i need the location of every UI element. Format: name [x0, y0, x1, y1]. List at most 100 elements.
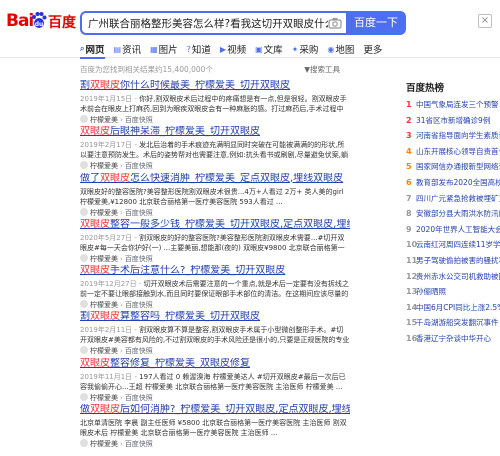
result-title-link[interactable]: 双眼皮后眼神呆滞_柠檬爱美_切开双眼皮	[80, 126, 350, 138]
result-source[interactable]: 柠檬爱美	[90, 440, 118, 448]
hot-list-item[interactable]: 8 安徽部分县大雨洪水防汛应对	[406, 206, 500, 222]
result-title-link[interactable]: 割双眼皮算整容吗_柠檬爱美_切开双眼皮	[80, 311, 350, 323]
result-title-link[interactable]: 双眼皮整容一般多少钱_柠檬爱美_切开双眼皮,定点双眼皮,埋线双眼皮	[80, 219, 350, 231]
cache-link[interactable]: 百度快照	[125, 394, 153, 402]
result-title-link[interactable]: 做双眼皮后如何消肿?_柠檬爱美_切开双眼皮,定点双眼皮,埋线双眼皮	[80, 404, 350, 416]
image-icon: ▦	[150, 44, 158, 54]
title-highlight: 双眼皮	[100, 172, 130, 184]
title-text: 割	[80, 311, 90, 323]
hot-list-item[interactable]: 5 国家网信办通报新型网络诈骗	[406, 159, 500, 175]
hot-list-item[interactable]: 14 中国6月CPI同比上涨2.5%	[406, 300, 500, 316]
snippet-text: 北京单清医院 李晨 副主任医师 ¥5800 北京联合丽格第一医疗美容医院 主治医…	[80, 419, 347, 438]
hot-rank: 16	[406, 333, 418, 343]
hot-list-item[interactable]: 11男子驾驶偷拍被害的骚扰事件	[406, 253, 500, 269]
search-button[interactable]: 百度一下	[346, 11, 406, 35]
hot-list-item[interactable]: 2 31省区市新增确诊9例	[406, 113, 500, 129]
tab-images[interactable]: ▦ 图片	[150, 40, 178, 58]
hot-list-item[interactable]: 6 教育部发布2020全国高校名单	[406, 175, 500, 191]
search-result: 双眼皮后眼神呆滞_柠檬爱美_切开双眼皮 2019年2月17日 - 发北后治着的手术…	[80, 126, 350, 172]
search-input[interactable]: 广州联合丽格整形美容怎么样?看我这切开双眼皮什么水平_整容通讯	[80, 11, 346, 35]
baidu-logo[interactable]: Bai du 百度	[6, 10, 76, 32]
question-icon: ?	[186, 44, 191, 54]
result-source[interactable]: 柠檬爱美	[90, 162, 118, 170]
cache-link[interactable]: 百度快照	[125, 347, 153, 355]
tab-zhidao[interactable]: ? 知道	[187, 40, 211, 58]
title-highlight: 双眼皮	[80, 357, 110, 369]
hot-item-text: 千岛湖游船突发翻沉事件	[416, 318, 499, 328]
hot-item-text: 安徽部分县大雨洪水防汛应对	[416, 209, 500, 219]
result-date: 2019年1月15日 -	[80, 95, 140, 103]
result-snippet: 北京单清医院 李晨 副主任医师 ¥5800 北京联合丽格第一医疗美容医院 主治医…	[80, 418, 350, 438]
search-tools-button[interactable]: ▼搜索工具	[304, 64, 340, 75]
hot-list-item[interactable]: 12贵州赤水公交司机救助被困者	[406, 269, 500, 285]
result-source[interactable]: 柠檬爱美	[90, 255, 118, 263]
tab-web[interactable]: ⌕ 网页	[80, 40, 105, 59]
result-snippet: 2019年12月27日 - 切开双眼皮术后需要注意的一个重点,就是术后一定要有没…	[80, 279, 350, 299]
cache-link[interactable]: 百度快照	[125, 255, 153, 263]
title-highlight: 双眼皮	[80, 126, 110, 138]
hot-list-item[interactable]: 4 山东开展核心领导自责首长人员	[406, 144, 500, 160]
cache-link[interactable]: 百度快照	[125, 440, 153, 448]
tab-label: 图片	[158, 45, 178, 56]
result-snippet: 2019年2月11日 - 割双眼皮算不算是整容,割双眼皮手术属于小型微创整形手术…	[80, 325, 350, 345]
result-title-link[interactable]: 双眼皮整容修复_柠檬爱美_双眼皮修复	[80, 358, 350, 370]
search-result: 割双眼皮算整容吗_柠檬爱美_切开双眼皮 2019年2月11日 - 割双眼皮算不算是…	[80, 311, 350, 357]
shopping-icon: ✦	[291, 44, 299, 54]
chevron-right-icon: ›	[120, 162, 123, 171]
tab-video[interactable]: ▶ 视频	[220, 40, 246, 58]
hot-list-item[interactable]: 15 千岛湖游船突发翻沉事件	[406, 315, 500, 331]
logo-text-bai: Bai	[6, 11, 34, 31]
hot-rank: 3	[406, 131, 412, 141]
hot-rank: 8	[406, 209, 412, 219]
cache-link[interactable]: 百度快照	[125, 116, 153, 124]
result-date: 2019年12月27日 -	[80, 280, 144, 289]
title-text: 后如何消肿?_柠檬爱美_切开双眼皮,定点双眼皮,埋线双眼皮	[120, 404, 350, 416]
result-source[interactable]: 柠檬爱美	[90, 394, 118, 402]
hot-rank: 2	[406, 115, 412, 125]
tab-label: 文库	[263, 45, 283, 56]
site-icon	[80, 300, 88, 309]
chevron-right-icon: ›	[120, 254, 123, 263]
hot-item-text: 孙俪晒照	[416, 287, 446, 297]
search-result: 双眼皮整容一般多少钱_柠檬爱美_切开双眼皮,定点双眼皮,埋线双眼皮 2020年5月…	[80, 219, 350, 265]
result-title-link[interactable]: 双眼皮手术后注意什么?_柠檬爱美_切开双眼皮	[80, 265, 350, 277]
result-source[interactable]: 柠檬爱美	[90, 301, 118, 309]
title-highlight: 双眼皮	[80, 218, 110, 230]
result-date: 2020年5月27日 -	[80, 233, 140, 242]
title-text: 手术后注意什么?_柠檬爱美_切开双眼皮	[110, 265, 286, 277]
cache-link[interactable]: 百度快照	[125, 209, 153, 217]
tab-wenku[interactable]: ▣ 文库	[255, 40, 283, 58]
result-title-link[interactable]: 割双眼皮你什么时候最美_柠檬爱美_切开双眼皮	[80, 80, 350, 92]
tab-label: 视频	[227, 45, 247, 56]
tab-map[interactable]: ◉ 地图	[327, 40, 354, 58]
tab-purchase[interactable]: ✦ 采购	[292, 40, 319, 58]
result-source-line: 柠檬爱美 › 百度快照	[80, 439, 350, 449]
hot-list-item[interactable]: 1 中国气象局连发三个预警	[406, 97, 500, 113]
camera-icon[interactable]	[328, 17, 342, 29]
result-source-line: 柠檬爱美 › 百度快照	[80, 392, 350, 403]
hot-rank: 4	[406, 146, 412, 156]
cache-link[interactable]: 百度快照	[125, 162, 153, 170]
result-source[interactable]: 柠檬爱美	[90, 116, 118, 124]
result-source[interactable]: 柠檬爱美	[90, 347, 118, 355]
search-icon: ⌕	[80, 44, 85, 53]
hot-list-item[interactable]: 16 香港辽宁杂谈中华开心	[406, 331, 500, 347]
close-icon[interactable]: ×	[478, 14, 492, 28]
result-list: 割双眼皮你什么时候最美_柠檬爱美_切开双眼皮 2019年1月15日 - 你好,割双…	[80, 80, 350, 450]
hot-list-item[interactable]: 9 2020年世界人工智能大会	[406, 222, 500, 238]
search-result: 双眼皮手术后注意什么?_柠檬爱美_切开双眼皮 2019年12月27日 - 切开双眼…	[80, 265, 350, 311]
site-icon	[80, 161, 88, 170]
result-source[interactable]: 柠檬爱美	[90, 209, 118, 217]
video-icon: ▶	[219, 44, 227, 54]
hot-list-item[interactable]: 10 云南红河周四连续11岁学童	[406, 237, 500, 253]
hot-item-text: 中国气象局连发三个预警	[416, 100, 499, 109]
tab-more[interactable]: 更多	[363, 40, 382, 58]
chevron-right-icon: ›	[120, 440, 123, 449]
hot-list-item[interactable]: 13 孙俪晒照	[406, 284, 500, 300]
tab-news[interactable]: ▤ 资讯	[114, 40, 142, 58]
result-title-link[interactable]: 做了双眼皮怎么快速消肿_柠檬爱美_定点双眼皮,埋线双眼皮	[80, 173, 350, 185]
hot-list-item[interactable]: 7 四川广元紧急抢救被埋矿工	[406, 191, 500, 207]
hot-list-item[interactable]: 3 河南省指导面向学生素质讲解	[406, 128, 500, 144]
cache-link[interactable]: 百度快照	[125, 301, 153, 309]
title-text: 做	[80, 404, 90, 416]
